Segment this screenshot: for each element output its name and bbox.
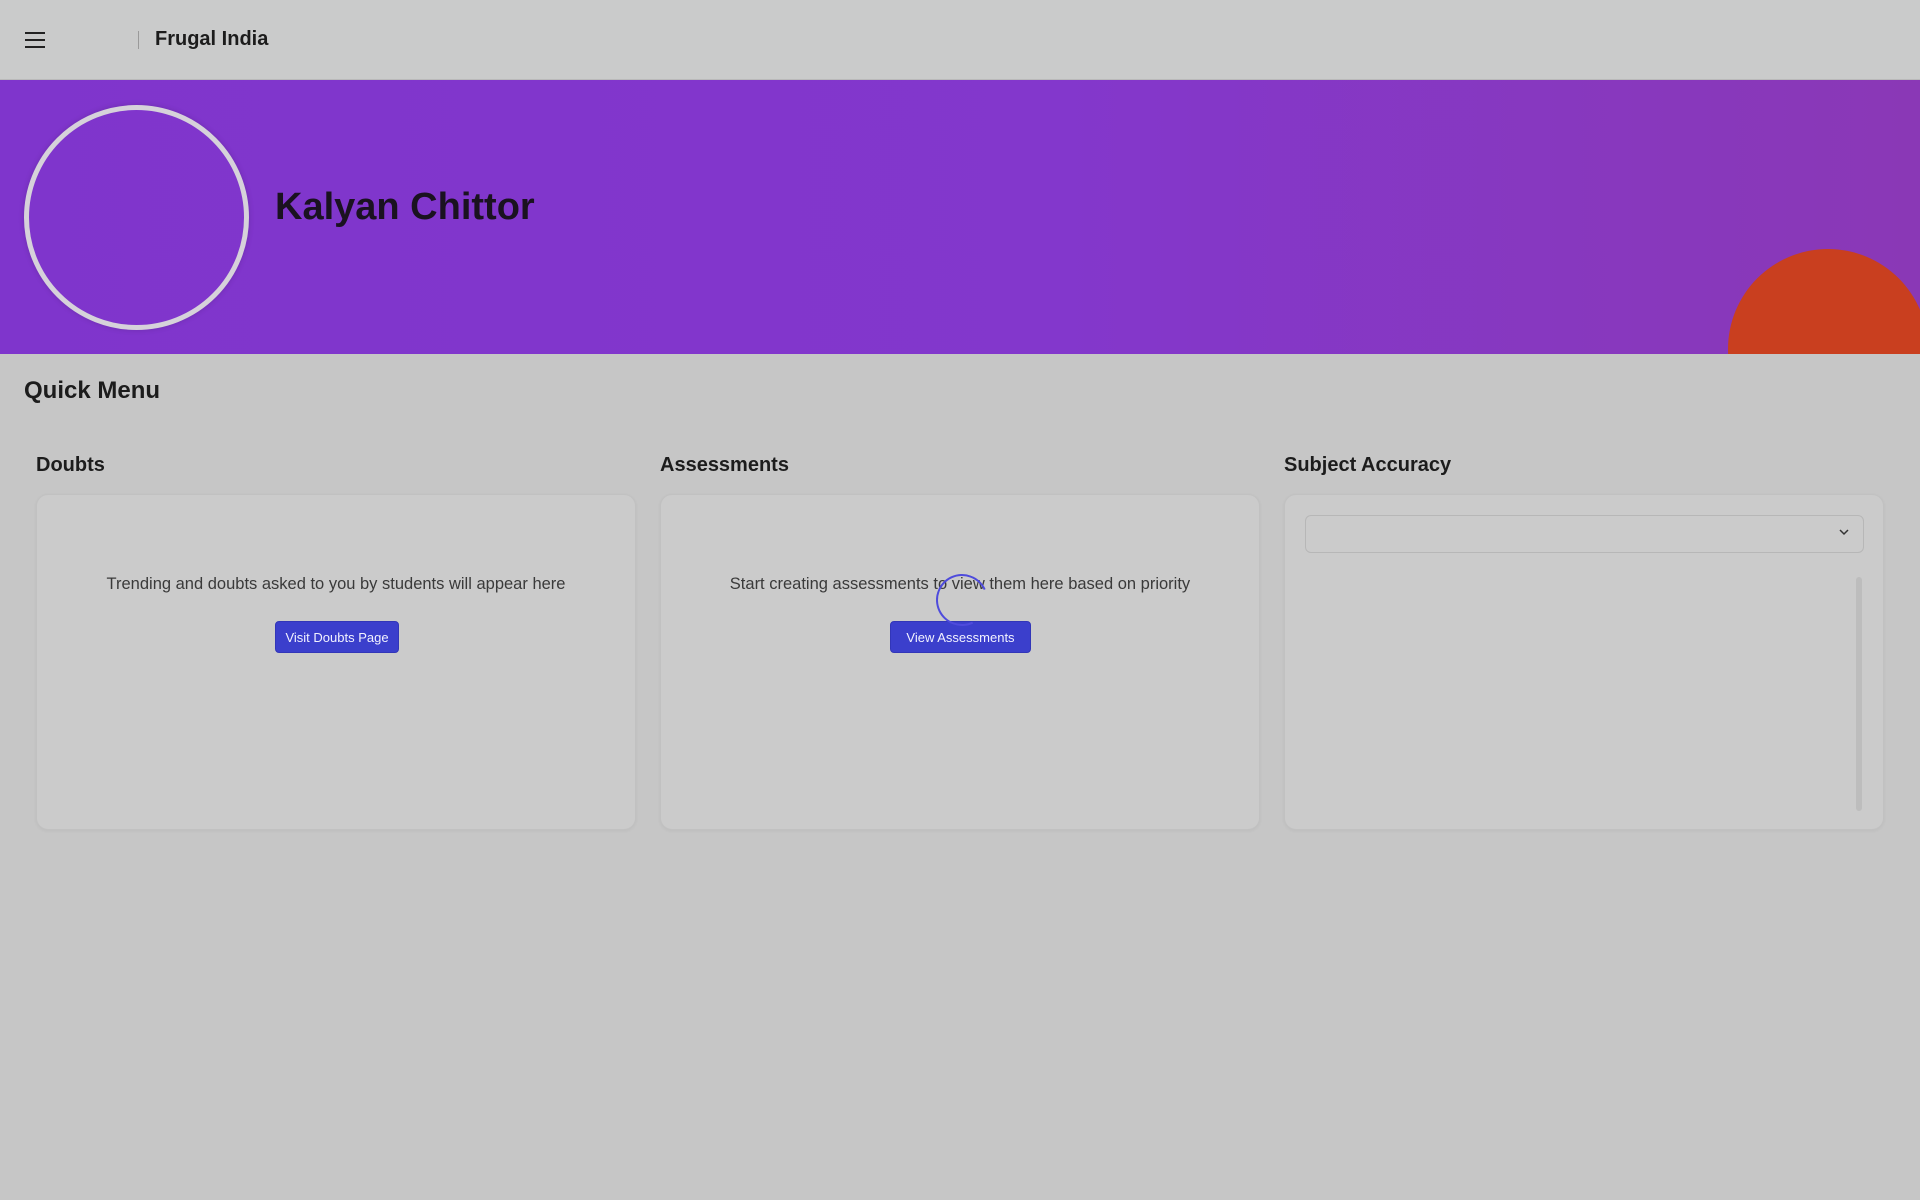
profile-banner: Kalyan Chittor [0,80,1920,354]
subject-accuracy-title: Subject Accuracy [1284,454,1452,476]
org-name: Frugal India [155,28,269,50]
top-bar: Frugal India [0,0,1920,80]
profile-name: Kalyan Chittor [275,186,535,228]
quick-menu-title: Quick Menu [24,377,161,404]
hamburger-menu-icon[interactable] [22,28,50,52]
doubts-title: Doubts [36,454,105,476]
decorative-circle [1728,249,1920,354]
subject-select[interactable] [1305,515,1864,553]
subject-accuracy-card [1284,494,1884,830]
org-logo[interactable] [80,22,132,58]
header-divider [138,31,139,49]
chevron-down-icon [1839,529,1849,536]
doubts-section: Doubts Trending and doubts asked to you … [36,454,636,830]
subject-accuracy-section: Subject Accuracy [1284,454,1884,830]
visit-doubts-button[interactable]: Visit Doubts Page [275,621,399,653]
scrollbar[interactable] [1856,577,1862,811]
assessments-section: Assessments Start creating assessments t… [660,454,1260,830]
avatar[interactable] [24,105,249,330]
doubts-empty-message: Trending and doubts asked to you by stud… [106,575,566,593]
doubts-card: Trending and doubts asked to you by stud… [36,494,636,830]
assessments-card: Start creating assessments to view them … [660,494,1260,830]
assessments-title: Assessments [660,454,789,476]
